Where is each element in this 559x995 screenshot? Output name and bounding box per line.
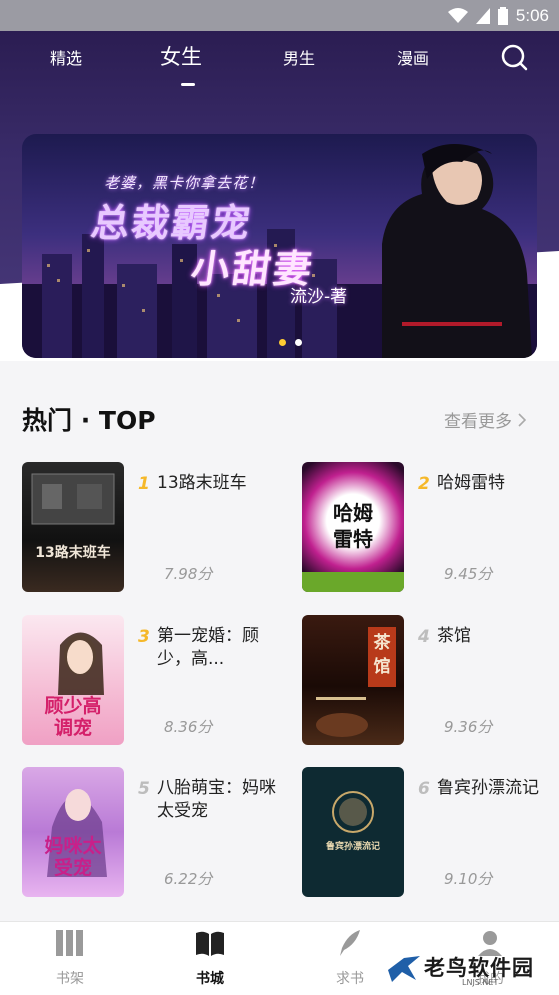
book-title: 13路末班车 <box>157 473 247 493</box>
open-book-icon <box>196 931 224 956</box>
watermark: 老鸟软件园 LNJS.NET <box>386 948 556 992</box>
hot-top-section: 热门 · TOP 查看更多 13路末班车 1 13路末班车 7.98分 哈姆雷特… <box>0 361 559 921</box>
book-item[interactable]: 妈咪太受宠 5 八胎萌宝：妈咪太受宠 6.22分 <box>22 767 282 899</box>
book-cover[interactable]: 鲁宾孙漂流记 <box>302 767 404 897</box>
watermark-subtext: LNJS.NET <box>462 978 499 987</box>
book-score: 6.22分 <box>164 870 213 888</box>
book-rank: 3 <box>138 627 150 647</box>
book-cover-text: 鲁宾孙漂流记 <box>325 842 380 852</box>
nav-label: 书城 <box>196 971 224 987</box>
book-item[interactable]: 13路末班车 1 13路末班车 7.98分 <box>22 462 282 594</box>
book-rank: 5 <box>138 779 150 799</box>
book-rank: 4 <box>418 627 430 647</box>
bird-logo-icon <box>388 956 420 982</box>
section-title: 热门 · TOP <box>22 406 156 435</box>
book-cover[interactable]: 哈姆雷特 <box>302 462 404 592</box>
book-cover[interactable]: 茶馆 <box>302 615 404 745</box>
tab-comic[interactable]: 漫画 <box>397 45 429 69</box>
book-score: 9.36分 <box>444 718 493 736</box>
bookshelf-icon <box>56 930 83 956</box>
promo-banner[interactable]: 老婆，黑卡你拿去花！ 总裁霸宠 小甜妻 流沙-著 <box>22 134 537 358</box>
see-more-link[interactable]: 查看更多 <box>444 407 526 432</box>
nav-bookshelf[interactable]: 书架 <box>30 922 110 995</box>
book-item[interactable]: 茶馆 4 茶馆 9.36分 <box>302 615 559 747</box>
battery-icon <box>497 6 508 25</box>
book-title: 八胎萌宝：妈咪太受宠 <box>157 778 276 821</box>
see-more-label: 查看更多 <box>444 412 512 432</box>
nav-label: 书架 <box>56 971 84 987</box>
book-score: 9.45分 <box>444 565 493 583</box>
book-cover-text: 哈姆雷特 <box>333 501 373 551</box>
book-title: 第一宠婚：顾少，高... <box>157 626 259 669</box>
search-icon[interactable] <box>500 43 528 71</box>
book-cover-text: 妈咪太受宠 <box>44 835 102 879</box>
tab-indicator <box>181 83 195 86</box>
book-rank: 1 <box>138 474 150 494</box>
book-item[interactable]: 哈姆雷特 2 哈姆雷特 9.45分 <box>302 462 559 594</box>
nav-bookstore[interactable]: 书城 <box>170 922 250 995</box>
nav-label: 求书 <box>336 971 364 987</box>
book-cover-text: 茶馆 <box>373 633 391 677</box>
chevron-right-icon <box>518 412 526 427</box>
wifi-icon <box>447 7 468 23</box>
status-bar: 5:06 <box>0 0 559 31</box>
feather-icon <box>340 930 360 956</box>
book-title: 哈姆雷特 <box>437 473 505 493</box>
book-cover[interactable]: 13路末班车 <box>22 462 124 592</box>
banner-tagline: 老婆，黑卡你拿去花！ <box>104 174 265 192</box>
book-cover[interactable]: 顾少高调宠 <box>22 615 124 745</box>
tab-featured[interactable]: 精选 <box>50 45 82 69</box>
book-score: 7.98分 <box>164 565 213 583</box>
carousel-dot[interactable] <box>295 339 302 346</box>
book-rank: 6 <box>418 779 430 799</box>
book-cover[interactable]: 妈咪太受宠 <box>22 767 124 897</box>
tab-male[interactable]: 男生 <box>283 45 315 69</box>
nav-request-book[interactable]: 求书 <box>310 922 390 995</box>
book-cover-text: 顾少高调宠 <box>44 695 102 739</box>
top-tabs: 精选 女生 男生 漫画 <box>0 31 559 91</box>
book-item[interactable]: 顾少高调宠 3 第一宠婚：顾少，高... 8.36分 <box>22 615 282 747</box>
clock: 5:06 <box>515 5 549 25</box>
book-title: 鲁宾孙漂流记 <box>437 778 539 798</box>
book-score: 9.10分 <box>444 870 493 888</box>
signal-icon <box>475 7 490 24</box>
book-score: 8.36分 <box>164 718 213 736</box>
book-item[interactable]: 鲁宾孙漂流记 6 鲁宾孙漂流记 9.10分 <box>302 767 559 899</box>
tab-female[interactable]: 女生 <box>160 41 202 71</box>
banner-author: 流沙-著 <box>290 287 348 307</box>
book-rank: 2 <box>418 474 430 494</box>
carousel-dot-active[interactable] <box>279 339 286 346</box>
book-cover-text: 13路末班车 <box>35 545 111 561</box>
book-title: 茶馆 <box>437 626 471 646</box>
carousel-dots <box>279 339 302 346</box>
